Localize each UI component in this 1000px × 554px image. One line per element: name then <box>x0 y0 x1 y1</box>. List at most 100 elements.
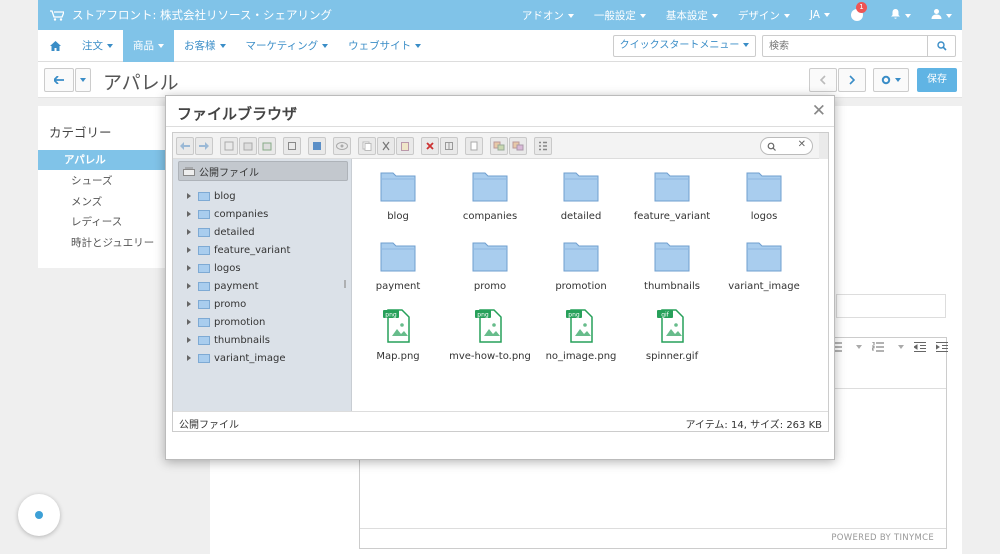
rename-icon[interactable] <box>440 137 458 155</box>
folder-item[interactable]: logos <box>719 167 809 227</box>
cut-icon[interactable] <box>377 137 395 155</box>
home-button[interactable] <box>38 40 72 51</box>
up-folder-icon[interactable] <box>258 137 276 155</box>
editor-toolbar <box>830 342 948 352</box>
notifications-menu[interactable] <box>890 8 911 22</box>
home-folder-icon[interactable] <box>239 137 257 155</box>
view-toggle-icon[interactable] <box>534 137 552 155</box>
pane-resize-handle[interactable]: ‖ <box>343 279 347 288</box>
search-icon <box>767 142 776 151</box>
text-field[interactable] <box>836 294 946 318</box>
chevron-down-icon <box>783 13 790 18</box>
copy-icon[interactable] <box>358 137 376 155</box>
next-button[interactable] <box>838 68 866 92</box>
storefront-title[interactable]: ストアフロント: 株式会社リソース・シェアリング <box>72 7 332 23</box>
tree-folder[interactable]: promo <box>187 295 246 313</box>
nav-marketing[interactable]: マーケティング <box>236 30 339 62</box>
history-dropdown[interactable] <box>75 68 91 92</box>
menu-general-settings[interactable]: 一般設定 <box>594 8 646 23</box>
drive-icon <box>183 167 195 176</box>
expand-arrow-icon[interactable] <box>187 283 191 289</box>
search-input[interactable] <box>763 36 928 56</box>
folder-icon <box>380 242 416 272</box>
tree-folder[interactable]: detailed <box>187 223 255 241</box>
updates-button[interactable]: 1 <box>850 2 867 22</box>
scrollbar[interactable] <box>819 133 828 159</box>
editor-statusbar: POWERED BY TINYMCE <box>360 528 946 548</box>
folder-item[interactable]: thumbnails <box>627 237 717 297</box>
tree-folder[interactable]: logos <box>187 259 241 277</box>
back-icon[interactable] <box>176 137 194 155</box>
menu-basic-settings[interactable]: 基本設定 <box>666 8 718 23</box>
file-info-icon[interactable] <box>465 137 483 155</box>
expand-arrow-icon[interactable] <box>187 247 191 253</box>
menu-design[interactable]: デザイン <box>738 8 790 23</box>
nav-products[interactable]: 商品 <box>123 29 174 62</box>
folder-item[interactable]: promotion <box>536 237 626 297</box>
file-item[interactable]: png mve-how-to.png <box>445 307 535 367</box>
chevron-down-icon[interactable] <box>856 345 862 349</box>
menu-addons[interactable]: アドオン <box>522 8 574 23</box>
folder-item[interactable]: variant_image <box>719 237 809 297</box>
folder-item[interactable]: companies <box>445 167 535 227</box>
preview-icon[interactable] <box>333 137 351 155</box>
file-search-input[interactable]: ✕ <box>760 137 813 155</box>
nav-website[interactable]: ウェブサイト <box>338 30 431 62</box>
search-button[interactable] <box>927 36 955 56</box>
file-name-label: variant_image <box>728 281 800 292</box>
tree-folder[interactable]: blog <box>187 187 236 205</box>
expand-arrow-icon[interactable] <box>187 301 191 307</box>
file-name-label: promo <box>473 281 507 292</box>
expand-arrow-icon[interactable] <box>187 265 191 271</box>
expand-arrow-icon[interactable] <box>187 319 191 325</box>
clear-search-icon[interactable]: ✕ <box>798 139 806 150</box>
prev-button[interactable] <box>809 68 837 92</box>
folder-icon <box>198 281 210 291</box>
tree-root-public-files[interactable]: 公開ファイル <box>178 161 348 181</box>
file-item[interactable]: png Map.png <box>353 307 443 367</box>
tree-folder[interactable]: feature_variant <box>187 241 290 259</box>
chevron-down-icon[interactable] <box>898 345 904 349</box>
archive-icon[interactable] <box>509 137 527 155</box>
save-button[interactable]: 保存 <box>917 68 957 92</box>
nav-customers[interactable]: お客様 <box>174 30 236 62</box>
reload-icon[interactable] <box>220 137 238 155</box>
expand-arrow-icon[interactable] <box>187 337 191 343</box>
folder-item[interactable]: payment <box>353 237 443 297</box>
user-menu[interactable] <box>931 8 952 22</box>
paste-icon[interactable] <box>396 137 414 155</box>
new-folder-icon[interactable] <box>283 137 301 155</box>
tree-folder[interactable]: companies <box>187 205 268 223</box>
expand-arrow-icon[interactable] <box>187 355 191 361</box>
back-button[interactable] <box>44 68 74 92</box>
nav-orders[interactable]: 注文 <box>72 30 123 62</box>
folder-item[interactable]: detailed <box>536 167 626 227</box>
forward-icon[interactable] <box>195 137 213 155</box>
expand-arrow-icon[interactable] <box>187 193 191 199</box>
quickstart-menu-button[interactable]: クイックスタートメニュー <box>613 35 756 57</box>
folder-item[interactable]: promo <box>445 237 535 297</box>
indent-icon[interactable] <box>936 342 948 352</box>
chevron-down-icon <box>711 13 718 18</box>
upload-icon[interactable] <box>308 137 326 155</box>
settings-button[interactable] <box>873 68 909 92</box>
file-item[interactable]: gif spinner.gif <box>627 307 717 367</box>
expand-arrow-icon[interactable] <box>187 229 191 235</box>
tree-folder[interactable]: payment <box>187 277 259 295</box>
delete-icon[interactable] <box>421 137 439 155</box>
close-icon[interactable]: ✕ <box>812 101 826 121</box>
tree-folder[interactable]: variant_image <box>187 349 285 367</box>
outdent-icon[interactable] <box>914 342 926 352</box>
expand-arrow-icon[interactable] <box>187 211 191 217</box>
tree-folder[interactable]: thumbnails <box>187 331 270 349</box>
tree-folder[interactable]: promotion <box>187 313 265 331</box>
chat-widget[interactable] <box>18 494 60 536</box>
folder-item[interactable]: feature_variant <box>627 167 717 227</box>
file-item[interactable]: png no_image.png <box>536 307 626 367</box>
arrow-left-icon <box>54 76 64 84</box>
resize-icon[interactable] <box>490 137 508 155</box>
file-name-label: blog <box>387 211 409 222</box>
numbered-list-icon[interactable] <box>872 342 884 352</box>
language-menu[interactable]: JA <box>810 9 830 21</box>
folder-item[interactable]: blog <box>353 167 443 227</box>
